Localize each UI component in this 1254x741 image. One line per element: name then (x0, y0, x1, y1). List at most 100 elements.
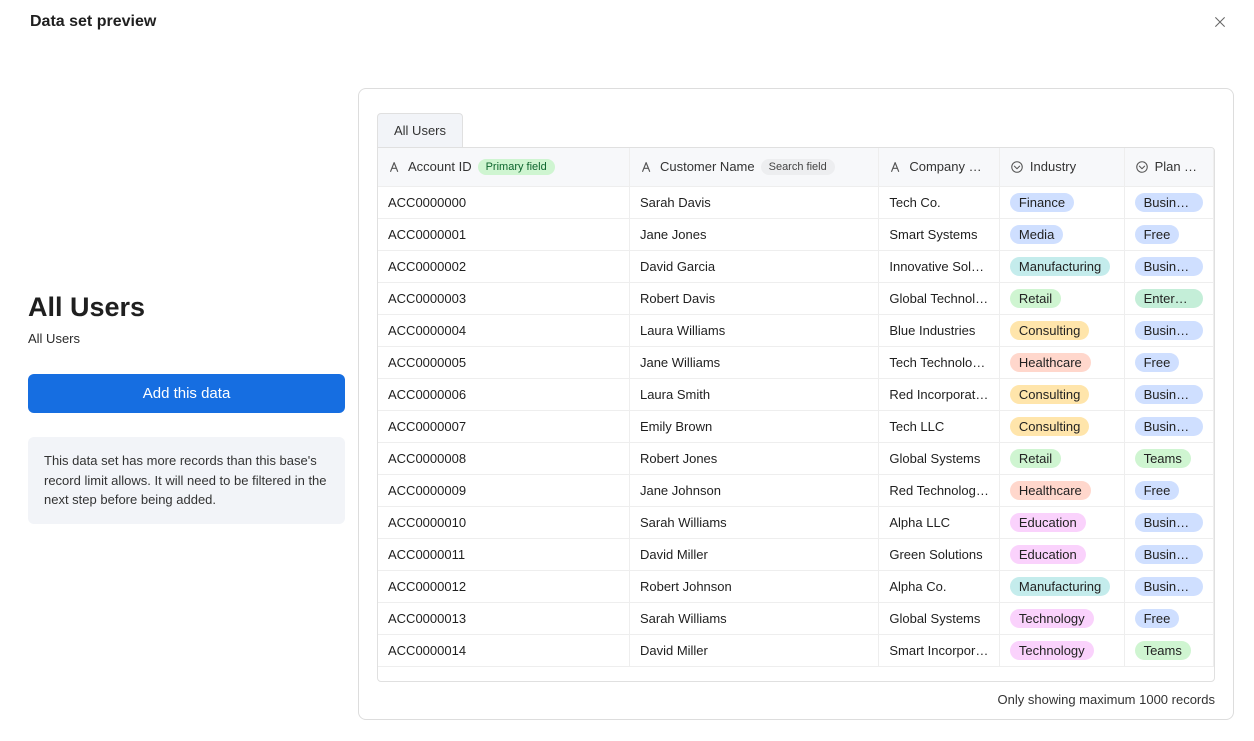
industry-pill: Healthcare (1010, 353, 1091, 372)
cell-customer-name[interactable]: David Miller (629, 634, 878, 666)
cell-plan-tier[interactable]: Teams (1124, 442, 1213, 474)
cell-customer-name[interactable]: Robert Davis (629, 282, 878, 314)
cell-account-id[interactable]: ACC0000000 (378, 186, 629, 218)
table-row[interactable]: ACC0000001Jane JonesSmart SystemsMediaFr… (378, 218, 1214, 250)
cell-industry[interactable]: Finance (999, 186, 1124, 218)
cell-customer-name[interactable]: Sarah Williams (629, 602, 878, 634)
cell-industry[interactable]: Consulting (999, 314, 1124, 346)
cell-customer-name[interactable]: Robert Johnson (629, 570, 878, 602)
table-row[interactable]: ACC0000008Robert JonesGlobal SystemsReta… (378, 442, 1214, 474)
cell-company-name[interactable]: Global Systems (879, 602, 1000, 634)
cell-customer-name[interactable]: Emily Brown (629, 410, 878, 442)
cell-company-name[interactable]: Innovative Solu… (879, 250, 1000, 282)
cell-plan-tier[interactable]: Free (1124, 218, 1213, 250)
cell-customer-name[interactable]: Jane Williams (629, 346, 878, 378)
cell-plan-tier[interactable]: Business (1124, 314, 1213, 346)
cell-account-id[interactable]: ACC0000011 (378, 538, 629, 570)
tab-all-users[interactable]: All Users (377, 113, 463, 147)
cell-plan-tier[interactable]: Business (1124, 506, 1213, 538)
cell-account-id[interactable]: ACC0000004 (378, 314, 629, 346)
cell-account-id[interactable]: ACC0000007 (378, 410, 629, 442)
cell-plan-tier[interactable]: Business (1124, 378, 1213, 410)
cell-customer-name[interactable]: Jane Johnson (629, 474, 878, 506)
cell-industry[interactable]: Retail (999, 442, 1124, 474)
cell-customer-name[interactable]: Sarah Davis (629, 186, 878, 218)
plan-pill: Business (1135, 257, 1203, 276)
cell-industry[interactable]: Consulting (999, 378, 1124, 410)
add-this-data-button[interactable]: Add this data (28, 374, 345, 413)
table-row[interactable]: ACC0000000Sarah DavisTech Co.FinanceBusi… (378, 186, 1214, 218)
cell-plan-tier[interactable]: Business (1124, 186, 1213, 218)
cell-industry[interactable]: Technology (999, 634, 1124, 666)
cell-account-id[interactable]: ACC0000010 (378, 506, 629, 538)
cell-plan-tier[interactable]: Enterprise (1124, 282, 1213, 314)
cell-industry[interactable]: Education (999, 538, 1124, 570)
table-row[interactable]: ACC0000003Robert DavisGlobal Technol…Ret… (378, 282, 1214, 314)
cell-account-id[interactable]: ACC0000012 (378, 570, 629, 602)
cell-industry[interactable]: Healthcare (999, 474, 1124, 506)
cell-plan-tier[interactable]: Business (1124, 570, 1213, 602)
cell-company-name[interactable]: Tech Co. (879, 186, 1000, 218)
cell-account-id[interactable]: ACC0000014 (378, 634, 629, 666)
cell-account-id[interactable]: ACC0000003 (378, 282, 629, 314)
table-row[interactable]: ACC0000010Sarah WilliamsAlpha LLCEducati… (378, 506, 1214, 538)
cell-plan-tier[interactable]: Business (1124, 410, 1213, 442)
cell-plan-tier[interactable]: Free (1124, 602, 1213, 634)
col-header-industry[interactable]: Industry (999, 148, 1124, 186)
cell-plan-tier[interactable]: Free (1124, 474, 1213, 506)
cell-account-id[interactable]: ACC0000008 (378, 442, 629, 474)
cell-customer-name[interactable]: Robert Jones (629, 442, 878, 474)
col-header-company-name[interactable]: Company Nam (879, 148, 1000, 186)
close-icon[interactable] (1210, 12, 1230, 32)
table-row[interactable]: ACC0000005Jane WilliamsTech Technolo… Hea… (378, 346, 1214, 378)
cell-account-id[interactable]: ACC0000001 (378, 218, 629, 250)
table-row[interactable]: ACC0000011David MillerGreen SolutionsEdu… (378, 538, 1214, 570)
table-row[interactable]: ACC0000013Sarah WilliamsGlobal SystemsTe… (378, 602, 1214, 634)
cell-company-name[interactable]: Smart Incorpor… (879, 634, 1000, 666)
cell-account-id[interactable]: ACC0000005 (378, 346, 629, 378)
cell-company-name[interactable]: Alpha LLC (879, 506, 1000, 538)
cell-plan-tier[interactable]: Business (1124, 250, 1213, 282)
cell-industry[interactable]: Retail (999, 282, 1124, 314)
cell-company-name[interactable]: Tech Technolo… (879, 346, 1000, 378)
cell-customer-name[interactable]: David Miller (629, 538, 878, 570)
cell-customer-name[interactable]: David Garcia (629, 250, 878, 282)
cell-customer-name[interactable]: Laura Williams (629, 314, 878, 346)
cell-account-id[interactable]: ACC0000006 (378, 378, 629, 410)
cell-industry[interactable]: Consulting (999, 410, 1124, 442)
cell-company-name[interactable]: Smart Systems (879, 218, 1000, 250)
col-header-customer-name[interactable]: Customer Name Search field (629, 148, 878, 186)
cell-industry[interactable]: Manufacturing (999, 570, 1124, 602)
table-row[interactable]: ACC0000009Jane JohnsonRed Technolog…Heal… (378, 474, 1214, 506)
cell-company-name[interactable]: Red Technolog… (879, 474, 1000, 506)
table-row[interactable]: ACC0000012Robert JohnsonAlpha Co.Manufac… (378, 570, 1214, 602)
cell-customer-name[interactable]: Jane Jones (629, 218, 878, 250)
cell-customer-name[interactable]: Sarah Williams (629, 506, 878, 538)
cell-account-id[interactable]: ACC0000009 (378, 474, 629, 506)
cell-company-name[interactable]: Tech LLC (879, 410, 1000, 442)
cell-company-name[interactable]: Global Technol… (879, 282, 1000, 314)
table-row[interactable]: ACC0000007Emily BrownTech LLCConsultingB… (378, 410, 1214, 442)
cell-account-id[interactable]: ACC0000002 (378, 250, 629, 282)
cell-plan-tier[interactable]: Teams (1124, 634, 1213, 666)
cell-industry[interactable]: Manufacturing (999, 250, 1124, 282)
table-row[interactable]: ACC0000006Laura SmithRed Incorporat…Cons… (378, 378, 1214, 410)
cell-plan-tier[interactable]: Business (1124, 538, 1213, 570)
cell-industry[interactable]: Media (999, 218, 1124, 250)
table-row[interactable]: ACC0000014David MillerSmart Incorpor…Tec… (378, 634, 1214, 666)
cell-company-name[interactable]: Red Incorporat… (879, 378, 1000, 410)
cell-company-name[interactable]: Blue Industries (879, 314, 1000, 346)
cell-plan-tier[interactable]: Free (1124, 346, 1213, 378)
cell-company-name[interactable]: Global Systems (879, 442, 1000, 474)
cell-industry[interactable]: Education (999, 506, 1124, 538)
table-row[interactable]: ACC0000004Laura WilliamsBlue IndustriesC… (378, 314, 1214, 346)
cell-industry[interactable]: Technology (999, 602, 1124, 634)
table-row[interactable]: ACC0000002David GarciaInnovative Solu…Ma… (378, 250, 1214, 282)
col-header-plan-tier[interactable]: Plan Tier (1124, 148, 1213, 186)
cell-account-id[interactable]: ACC0000013 (378, 602, 629, 634)
cell-company-name[interactable]: Alpha Co. (879, 570, 1000, 602)
col-header-account-id[interactable]: Account ID Primary field (378, 148, 629, 186)
cell-customer-name[interactable]: Laura Smith (629, 378, 878, 410)
cell-industry[interactable]: Healthcare (999, 346, 1124, 378)
cell-company-name[interactable]: Green Solutions (879, 538, 1000, 570)
